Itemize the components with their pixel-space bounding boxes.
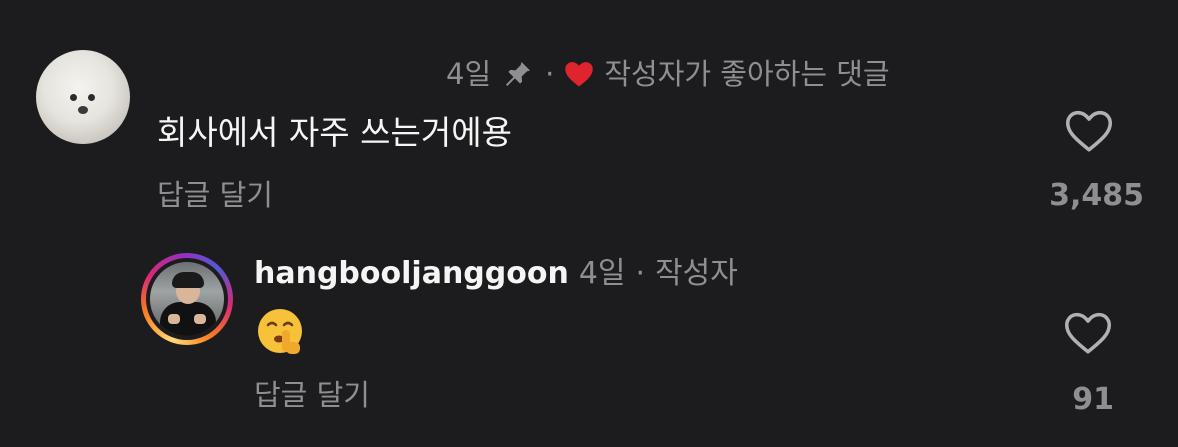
reply-like-button[interactable] — [1048, 310, 1128, 356]
comment-time: 4일 — [446, 57, 492, 91]
avatar-hair — [172, 272, 204, 288]
reply-button[interactable]: 답글 달기 — [157, 174, 273, 216]
avatar-ring-gap — [146, 258, 228, 340]
pin-icon — [506, 61, 531, 87]
heart-outline-icon — [1065, 110, 1113, 152]
reply-author-avatar[interactable] — [141, 253, 233, 345]
avatar-eye — [88, 94, 95, 101]
comment-like-count: 3,485 — [1049, 178, 1144, 213]
avatar-nose — [78, 106, 88, 114]
avatar-photo — [150, 262, 224, 336]
liked-by-author-heart-icon — [565, 62, 594, 87]
reply-header: hangbooljanggoon 4일 · 작성자 — [254, 252, 738, 296]
commenter-avatar[interactable] — [36, 50, 130, 144]
meta-separator: · — [545, 57, 555, 91]
reply-to-reply-button[interactable]: 답글 달기 — [254, 374, 370, 416]
shushing-face-emoji — [258, 309, 302, 354]
author-badge: 작성자 — [655, 256, 738, 291]
comment-text: 회사에서 자주 쓰는거에용 — [157, 113, 512, 152]
liked-by-author-label: 작성자가 좋아하는 댓글 — [604, 57, 890, 91]
heart-outline-icon — [1064, 312, 1112, 354]
reply-username[interactable]: hangbooljanggoon — [254, 252, 569, 296]
avatar-eye — [70, 94, 77, 101]
reply-like-count: 91 — [1072, 382, 1114, 417]
comment-meta: 4일 · 작성자가 좋아하는 댓글 — [446, 52, 890, 96]
reply-time: 4일 — [578, 256, 626, 291]
avatar-hand — [168, 314, 180, 324]
avatar-hand — [194, 314, 206, 324]
comment-like-button[interactable] — [1034, 108, 1144, 154]
meta-separator: · — [635, 256, 646, 291]
